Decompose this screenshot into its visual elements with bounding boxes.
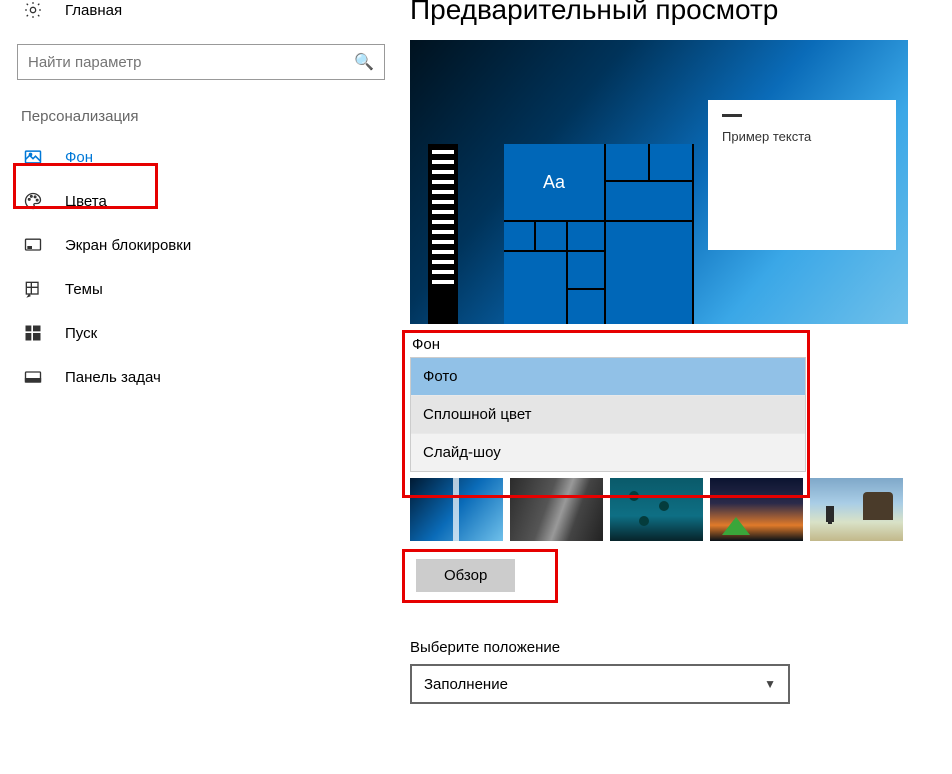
background-option-slideshow[interactable]: Слайд-шоу [411, 434, 805, 471]
gear-icon [23, 0, 43, 20]
background-dropdown-label: Фон [410, 336, 806, 353]
browse-row: Обзор [410, 557, 570, 615]
preview-sample-window: Пример текста [708, 100, 896, 250]
sidebar: Главная 🔍 Персонализация Фон Цвета Экран… [0, 0, 390, 774]
search-input[interactable] [28, 54, 354, 71]
themes-icon [23, 279, 43, 299]
search-icon: 🔍 [354, 52, 374, 72]
sidebar-item-label: Пуск [65, 325, 97, 342]
recent-images-row [410, 478, 942, 541]
palette-icon [23, 191, 43, 211]
preview-heading: Предварительный просмотр [410, 0, 942, 26]
background-dropdown[interactable]: Фото Сплошной цвет Слайд-шоу [410, 357, 806, 472]
preview-tile-aa: Aa [504, 144, 604, 220]
recent-image-4[interactable] [710, 478, 803, 541]
sidebar-item-lockscreen[interactable]: Экран блокировки [15, 223, 375, 267]
fit-label: Выберите положение [410, 639, 942, 656]
sidebar-item-label: Фон [65, 149, 93, 166]
fit-select[interactable]: Заполнение ▼ [410, 664, 790, 704]
search-input-container[interactable]: 🔍 [17, 44, 385, 80]
recent-image-3[interactable] [610, 478, 703, 541]
sidebar-item-start[interactable]: Пуск [15, 311, 375, 355]
lockscreen-icon [23, 235, 43, 255]
preview-start-menu: Aa [504, 144, 694, 324]
sidebar-item-label: Панель задач [65, 369, 161, 386]
sidebar-item-label: Темы [65, 281, 103, 298]
desktop-preview: Aa Пример текста [410, 40, 908, 324]
sidebar-item-label: Экран блокировки [65, 237, 191, 254]
sidebar-item-label: Цвета [65, 193, 107, 210]
sidebar-home-label: Главная [65, 2, 122, 19]
chevron-down-icon: ▼ [764, 677, 776, 691]
sidebar-item-colors[interactable]: Цвета [15, 179, 375, 223]
sidebar-section-title: Персонализация [21, 108, 375, 125]
recent-image-5[interactable] [810, 478, 903, 541]
recent-image-2[interactable] [510, 478, 603, 541]
background-option-solid[interactable]: Сплошной цвет [411, 396, 805, 434]
fit-select-value: Заполнение [424, 676, 508, 693]
taskbar-icon [23, 367, 43, 387]
sidebar-item-themes[interactable]: Темы [15, 267, 375, 311]
sidebar-item-background[interactable]: Фон [15, 135, 375, 179]
recent-image-1[interactable] [410, 478, 503, 541]
browse-button[interactable]: Обзор [416, 559, 515, 592]
background-dropdown-area: Фон Фото Сплошной цвет Слайд-шоу [410, 336, 806, 472]
sidebar-item-taskbar[interactable]: Панель задач [15, 355, 375, 399]
sidebar-home[interactable]: Главная [15, 0, 375, 32]
preview-sample-text: Пример текста [722, 129, 811, 144]
picture-icon [23, 147, 43, 167]
fit-section: Выберите положение Заполнение ▼ [410, 639, 942, 704]
preview-taskbar [428, 144, 458, 324]
background-option-photo[interactable]: Фото [411, 358, 805, 396]
content-area: Предварительный просмотр Aa Пример текст… [390, 0, 952, 774]
start-icon [23, 323, 43, 343]
